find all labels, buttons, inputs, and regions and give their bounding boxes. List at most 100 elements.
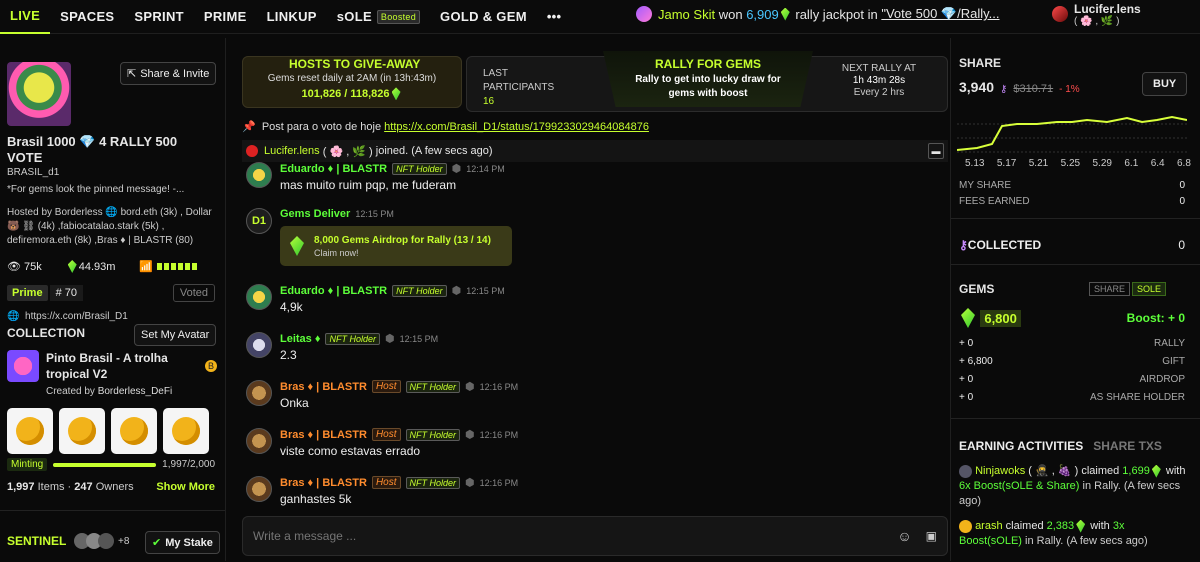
nft-card[interactable] xyxy=(163,408,209,454)
message-author[interactable]: Eduardo ♦ | BLASTR xyxy=(280,285,387,297)
chat-message: D1 Gems Deliver 12:15 PM 8,000 Gems Airdr… xyxy=(246,208,946,266)
ticker-link[interactable]: "Vote 500 💎/Rally... xyxy=(881,6,999,22)
tab-gold-gem[interactable]: GOLD & GEM xyxy=(430,0,537,34)
breakdown-label: AS SHARE HOLDER xyxy=(1089,392,1185,403)
cube-icon: ⬢ xyxy=(451,163,462,175)
nft-card[interactable] xyxy=(7,408,53,454)
collection-name[interactable]: Pinto Brasil - A trolha tropical V2 xyxy=(46,350,196,382)
avatar xyxy=(959,464,972,478)
breakdown-row: + 0 AS SHARE HOLDER xyxy=(959,392,1185,403)
tab-share-txs[interactable]: SHARE TXS xyxy=(1093,439,1162,453)
message-author[interactable]: Bras ♦ | BLASTR xyxy=(280,429,367,441)
fees-label: FEES EARNED xyxy=(959,196,1030,207)
chart-dates: 5.13 5.17 5.21 5.25 5.29 6.1 6.4 6.8 xyxy=(965,158,1191,169)
airdrop-title: 8,000 Gems Airdrop for Rally (13 / 14) xyxy=(314,234,491,246)
toggle-share[interactable]: SHARE xyxy=(1089,282,1131,296)
nft-card[interactable] xyxy=(59,408,105,454)
account-menu[interactable]: Lucifer.lens ( 🌸 , 🌿 ) xyxy=(1052,2,1141,27)
activity-boost: 6x Boost(sOLE & Share) xyxy=(959,480,1080,492)
share-invite-label: Share & Invite xyxy=(140,67,210,80)
activity-user[interactable]: arash xyxy=(975,520,1003,532)
message-author[interactable]: Bras ♦ | BLASTR xyxy=(280,477,367,489)
avatar[interactable] xyxy=(246,162,272,188)
gems-value-row: 6,800 Boost: + 0 xyxy=(959,308,1185,328)
buy-button[interactable]: BUY xyxy=(1142,72,1188,96)
avatar[interactable] xyxy=(246,428,272,454)
owners-label: Owners xyxy=(95,481,134,493)
divider xyxy=(951,218,1200,219)
gem-icon xyxy=(961,308,975,328)
activity-user[interactable]: Ninjawoks xyxy=(975,465,1025,477)
tab-sprint[interactable]: SPRINT xyxy=(124,0,193,34)
created-by-label: Created by xyxy=(46,386,95,397)
space-info-panel: ⇱ Share & Invite Brasil 1000 💎 4 RALLY 50… xyxy=(0,38,226,561)
gems-heading: GEMS xyxy=(959,282,995,296)
message-author[interactable]: Eduardo ♦ | BLASTR xyxy=(280,163,387,175)
tab-earning-activities[interactable]: EARNING ACTIVITIES xyxy=(959,439,1083,453)
gems-count: 44.93m xyxy=(78,260,116,273)
toggle-sole[interactable]: SOLE xyxy=(1132,282,1167,296)
space-url[interactable]: 🌐 https://x.com/Brasil_D1 xyxy=(7,311,128,322)
activity-item: arash claimed 2,383 with 3x Boost(sOLE) … xyxy=(959,519,1189,549)
pinned-link[interactable]: https://x.com/Brasil_D1/status/179923302… xyxy=(384,121,649,133)
tab-sole[interactable]: sOLE Boosted xyxy=(327,0,430,34)
avatar[interactable] xyxy=(246,476,272,502)
avatar[interactable] xyxy=(246,380,272,406)
avatar xyxy=(1052,6,1068,22)
image-upload-icon[interactable]: ▣ xyxy=(926,529,937,543)
nft-holder-badge: NFT Holder xyxy=(392,162,447,175)
creator-name[interactable]: Borderless_DeFi xyxy=(98,386,172,397)
jackpot-ticker[interactable]: Jamo Skit won 6,909 rally jackpot in "Vo… xyxy=(636,6,999,22)
more-menu-icon[interactable]: ••• xyxy=(537,0,572,34)
share-invite-button[interactable]: ⇱ Share & Invite xyxy=(120,62,217,85)
message-composer: ☺ ▣ xyxy=(242,516,948,556)
rally-description: Rally to get into lucky draw for gems wi… xyxy=(635,74,781,99)
gem-icon xyxy=(391,87,401,101)
tab-linkup[interactable]: LINKUP xyxy=(257,0,327,34)
collection-stats: 1,997 Items · 247 Owners Show More xyxy=(7,481,215,493)
activity-amount: 2,383 xyxy=(1046,520,1075,532)
chat-message: Eduardo ♦ | BLASTR NFT Holder ⬢ 12:14 PM ma… xyxy=(246,162,946,192)
activity-claimed: claimed xyxy=(1081,465,1120,477)
ticker-verb: won xyxy=(718,6,743,22)
key-icon: ⚷ xyxy=(959,238,968,252)
share-count: 3,940 xyxy=(959,79,995,95)
message-text: viste como estavas errado xyxy=(280,444,421,458)
tab-prime[interactable]: PRIME xyxy=(194,0,257,34)
message-author[interactable]: Gems Deliver xyxy=(280,208,350,220)
message-author[interactable]: Leitas ♦ xyxy=(280,333,320,345)
gems-toggle: SHARE SOLE xyxy=(1089,282,1167,296)
chat-message: Bras ♦ | BLASTR Host NFT Holder ⬢ 12:16 PM g… xyxy=(246,476,946,506)
breakdown-value: + 0 xyxy=(959,392,974,403)
message-author[interactable]: Bras ♦ | BLASTR xyxy=(280,381,367,393)
airdrop-card[interactable]: 8,000 Gems Airdrop for Rally (13 / 14) Cl… xyxy=(280,226,512,266)
chart-date: 6.8 xyxy=(1177,158,1191,169)
space-description: *For gems look the pinned message! -... xyxy=(7,184,185,195)
tab-spaces[interactable]: SPACES xyxy=(50,0,124,34)
set-avatar-button[interactable]: Set My Avatar xyxy=(134,324,217,346)
avatar[interactable] xyxy=(246,284,272,310)
collapse-icon[interactable]: ▬ xyxy=(928,143,944,159)
voted-button[interactable]: Voted xyxy=(172,284,215,302)
mint-progress-track xyxy=(53,462,157,467)
avatar[interactable] xyxy=(246,332,272,358)
nft-holder-badge: NFT Holder xyxy=(405,476,461,489)
last-participants-label: LAST PARTICIPANTS xyxy=(483,68,555,93)
collection-thumb[interactable] xyxy=(7,350,39,382)
nft-card[interactable] xyxy=(111,408,157,454)
pinned-text: Post para o voto de hoje xyxy=(261,121,382,133)
share-price: $310.71 xyxy=(1013,83,1054,95)
my-stake-button[interactable]: ✔ My Stake xyxy=(145,531,220,554)
activity-with: with xyxy=(1165,465,1186,477)
avatar xyxy=(246,145,258,157)
show-more-link[interactable]: Show More xyxy=(156,481,215,493)
tab-live[interactable]: LIVE xyxy=(0,0,51,34)
collected-value: 0 xyxy=(1178,238,1185,252)
emoji-icon[interactable]: ☺ xyxy=(897,528,911,544)
share-icon: ⇱ xyxy=(127,68,137,80)
boost-value: Boost: + 0 xyxy=(1126,311,1185,325)
next-rally-label: NEXT RALLY AT xyxy=(841,63,917,74)
message-input[interactable] xyxy=(253,529,898,543)
prime-rank: # 70 xyxy=(49,285,83,301)
avatar[interactable]: D1 xyxy=(246,208,272,234)
